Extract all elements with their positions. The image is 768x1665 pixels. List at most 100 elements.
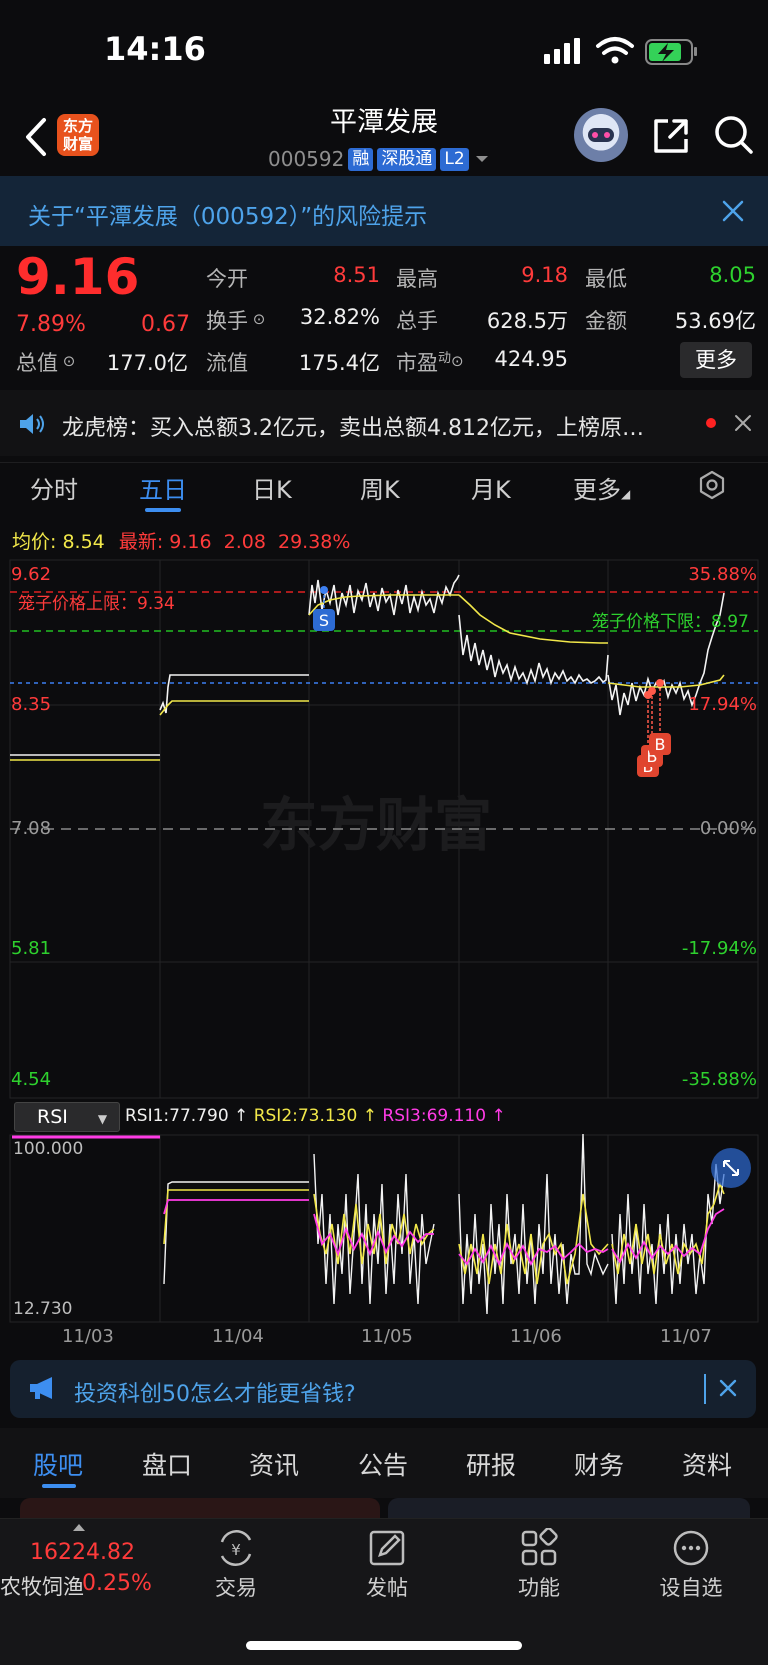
y-label-4: 5.81 bbox=[11, 938, 51, 959]
rsi-top-label: 100.000 bbox=[13, 1139, 83, 1159]
margin-tag: 融 bbox=[348, 147, 374, 171]
tab-five-day[interactable]: 五日 bbox=[139, 470, 187, 505]
low-label: 最低 bbox=[585, 267, 627, 291]
search-icon[interactable] bbox=[712, 113, 754, 155]
tab-monthly-k[interactable]: 月K bbox=[471, 470, 511, 505]
tab-intraday[interactable]: 分时 bbox=[30, 470, 78, 505]
date-label: 11/05 bbox=[361, 1326, 413, 1347]
volume-label: 总手 bbox=[396, 309, 438, 333]
rsi-chart[interactable]: 100.000 12.730 bbox=[0, 1134, 768, 1324]
date-label: 11/04 bbox=[212, 1326, 264, 1347]
grid-icon bbox=[521, 1528, 558, 1566]
content-preview bbox=[20, 1498, 750, 1520]
sector-index-value[interactable]: 16224.82 bbox=[30, 1540, 135, 1565]
home-indicator bbox=[246, 1641, 522, 1650]
risk-banner-text[interactable]: 关于“平潭发展（000592）”的风险提示 bbox=[28, 197, 427, 231]
ad-text[interactable]: 投资科创50怎么才能更省钱? bbox=[74, 1376, 356, 1408]
y-label-2: 8.35 bbox=[11, 694, 51, 715]
close-icon[interactable] bbox=[718, 196, 748, 226]
y-label-3: 7.08 bbox=[11, 818, 51, 839]
l2-tag: L2 bbox=[440, 147, 469, 171]
trade-icon: ¥ bbox=[220, 1530, 252, 1566]
tab-profile[interactable]: 资料 bbox=[682, 1446, 732, 1482]
date-label: 11/03 bbox=[62, 1326, 114, 1347]
open-value: 8.51 bbox=[333, 263, 380, 287]
connect-tag: 深股通 bbox=[377, 147, 437, 171]
tab-underline bbox=[145, 508, 181, 512]
tab-pankou[interactable]: 盘口 bbox=[142, 1446, 192, 1482]
pct-label-5: -35.88% bbox=[682, 1069, 757, 1090]
tab-news[interactable]: 资讯 bbox=[249, 1446, 299, 1482]
avg-price-label: 均价: bbox=[12, 531, 57, 553]
edit-icon bbox=[369, 1530, 405, 1566]
tab-research[interactable]: 研报 bbox=[466, 1446, 516, 1482]
low-value: 8.05 bbox=[709, 263, 756, 287]
tab-weekly-k[interactable]: 周K bbox=[360, 470, 400, 505]
nav-watchlist-label: 设自选 bbox=[659, 1576, 723, 1600]
pct-label-4: -17.94% bbox=[682, 938, 757, 959]
chevron-down-icon bbox=[475, 156, 488, 162]
tab-announcements[interactable]: 公告 bbox=[358, 1446, 408, 1482]
gear-icon[interactable] bbox=[697, 470, 727, 500]
pe-value: 424.95 bbox=[494, 347, 568, 371]
speaker-icon bbox=[20, 414, 44, 434]
float-cap-value: 175.4亿 bbox=[298, 351, 380, 375]
turnover-value: 32.82% bbox=[299, 305, 380, 329]
open-label: 今开 bbox=[206, 267, 248, 291]
assistant-robot-icon[interactable] bbox=[574, 108, 628, 162]
indicator-select[interactable]: RSI ▼ bbox=[14, 1102, 120, 1132]
nav-functions-label: 功能 bbox=[518, 1576, 560, 1600]
y-label-1: 9.62 bbox=[11, 564, 51, 585]
pe-label: 市盈动⊙ bbox=[396, 351, 464, 375]
nav-trade[interactable]: ¥ 交易 bbox=[186, 1528, 286, 1602]
amount-label: 金额 bbox=[585, 309, 627, 333]
svg-text:¥: ¥ bbox=[231, 1541, 241, 1559]
lhb-text[interactable]: 龙虎榜：买入总额3.2亿元，卖出总额4.812亿元，上榜原… bbox=[62, 410, 644, 442]
amount-value: 53.69亿 bbox=[674, 309, 756, 333]
share-icon[interactable] bbox=[650, 115, 692, 157]
date-axis: 11/03 11/04 11/05 11/06 11/07 bbox=[0, 1324, 768, 1354]
sector-index-name[interactable]: 农牧饲渔 bbox=[0, 1571, 84, 1601]
market-cap-value: 177.0亿 bbox=[106, 351, 188, 375]
tab-more[interactable]: 更多◢ bbox=[573, 470, 630, 505]
y-label-5: 4.54 bbox=[11, 1069, 51, 1090]
latest-change: 2.08 bbox=[223, 531, 266, 553]
tab-daily-k[interactable]: 日K bbox=[252, 470, 292, 505]
nav-trade-label: 交易 bbox=[215, 1576, 257, 1600]
rsi2-value: RSI2:73.130 ↑ bbox=[253, 1106, 377, 1126]
tab-guba[interactable]: 股吧 bbox=[33, 1446, 83, 1482]
high-value: 9.18 bbox=[521, 263, 568, 287]
high-label: 最高 bbox=[396, 267, 438, 291]
watermark: 东方财富 bbox=[260, 793, 492, 858]
stock-subtitle[interactable]: 000592 融 深股通 L2 bbox=[268, 145, 491, 173]
date-label: 11/07 bbox=[660, 1326, 712, 1347]
turnover-label: 换手 ⊙ bbox=[206, 309, 266, 333]
pct-label-2: 17.94% bbox=[688, 694, 757, 715]
pct-label-3: 0.00% bbox=[700, 818, 757, 839]
date-label: 11/06 bbox=[510, 1326, 562, 1347]
indicator-select-label: RSI bbox=[37, 1106, 68, 1128]
change-amount: 0.67 bbox=[141, 312, 190, 337]
nav-post[interactable]: 发帖 bbox=[337, 1528, 437, 1602]
tab-underline bbox=[42, 1484, 76, 1488]
close-icon[interactable] bbox=[718, 1378, 738, 1398]
status-icons bbox=[544, 37, 697, 65]
buy-marker-label: B bbox=[655, 735, 666, 754]
latest-label: 最新: bbox=[118, 531, 164, 553]
wifi-icon bbox=[596, 37, 634, 55]
ad-separator bbox=[704, 1374, 706, 1404]
more-button[interactable]: 更多 bbox=[680, 342, 752, 378]
rsi1-line bbox=[163, 1134, 725, 1315]
nav-watchlist[interactable]: 设自选 bbox=[641, 1528, 741, 1602]
rsi1-value: RSI1:77.790 ↑ bbox=[125, 1106, 249, 1126]
rsi-bottom-label: 12.730 bbox=[13, 1299, 72, 1319]
status-time: 14:16 bbox=[104, 30, 206, 68]
tab-finance[interactable]: 财务 bbox=[574, 1446, 624, 1482]
price-chart[interactable]: 东方财富 9.62 8.35 7.08 5.81 4.54 35.88% 17.… bbox=[0, 555, 768, 1100]
nav-functions[interactable]: 功能 bbox=[489, 1528, 589, 1602]
cage-upper-label: 笼子价格上限：9.34 bbox=[18, 594, 175, 614]
sector-index-pct[interactable]: 0.25% bbox=[82, 1571, 152, 1596]
sell-marker-label: S bbox=[319, 611, 329, 630]
float-cap-label: 流值 bbox=[206, 351, 248, 375]
close-icon[interactable] bbox=[732, 412, 754, 434]
